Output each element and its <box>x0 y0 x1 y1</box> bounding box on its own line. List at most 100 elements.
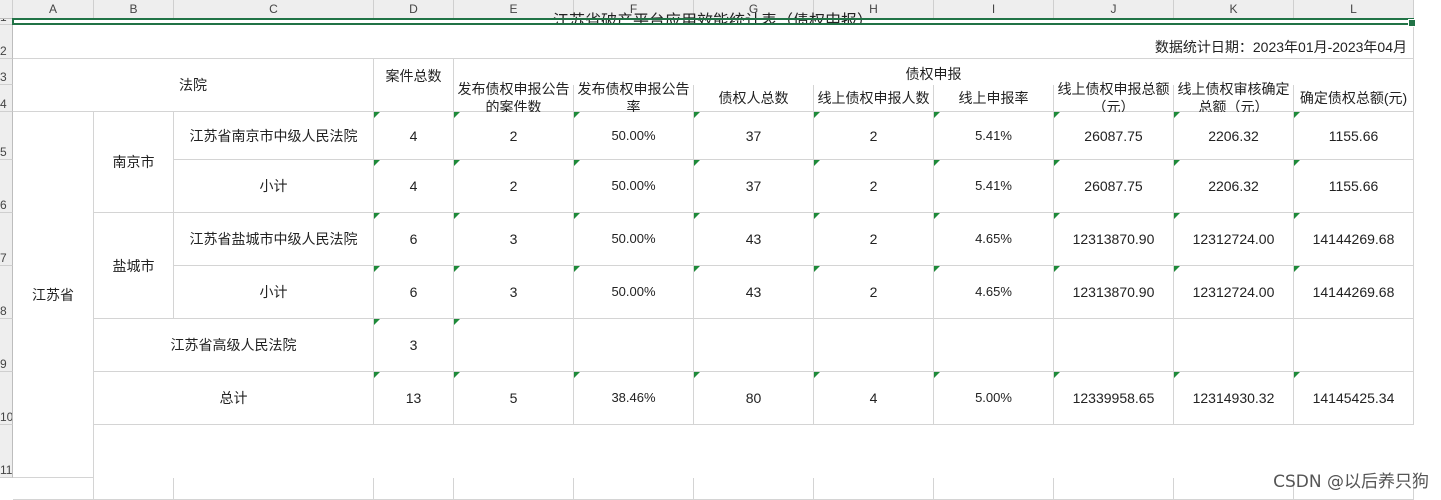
header-confirmed-total[interactable]: 确定债权总额(元) <box>1294 85 1414 112</box>
cell-announced[interactable]: 3 <box>454 213 574 266</box>
empty-cell[interactable] <box>934 478 1054 500</box>
cell-rate[interactable]: 38.46% <box>574 372 694 425</box>
cell-review[interactable] <box>1174 319 1294 372</box>
column-header-A[interactable]: A <box>13 0 94 19</box>
cell-confirmed[interactable]: 1155.66 <box>1294 112 1414 160</box>
cell-creditors[interactable]: 43 <box>694 213 814 266</box>
cell-creditors[interactable] <box>694 319 814 372</box>
row-label[interactable]: 江苏省盐城市中级人民法院 <box>174 213 374 266</box>
header-announced-cases[interactable]: 发布债权申报公告的案件数 <box>454 81 574 115</box>
cell-online-rate[interactable]: 5.00% <box>934 372 1054 425</box>
cell-announced[interactable]: 2 <box>454 112 574 160</box>
header-online-creditors[interactable]: 线上债权申报人数 <box>814 85 934 112</box>
cell-online-rate[interactable]: 4.65% <box>934 213 1054 266</box>
cell-creditors[interactable]: 80 <box>694 372 814 425</box>
header-announce-rate[interactable]: 发布债权申报公告率 <box>574 81 694 115</box>
row-label[interactable]: 小计 <box>174 160 374 213</box>
row-header-11[interactable]: 11 <box>0 425 13 478</box>
cell-review[interactable]: 12312724.00 <box>1174 213 1294 266</box>
cell-cases[interactable]: 6 <box>374 213 454 266</box>
cell-online[interactable]: 2 <box>814 160 934 213</box>
cell-online-rate[interactable]: 5.41% <box>934 112 1054 160</box>
header-online-review[interactable]: 线上债权审核确定总额（元） <box>1174 81 1294 115</box>
cell-review[interactable]: 2206.32 <box>1174 160 1294 213</box>
row-label[interactable]: 江苏省南京市中级人民法院 <box>174 112 374 160</box>
cell-online-amount[interactable] <box>1054 319 1174 372</box>
header-case-total[interactable]: 案件总数 <box>374 59 454 112</box>
row-header-7[interactable]: 7 <box>0 213 13 266</box>
row-header-6[interactable]: 6 <box>0 160 13 213</box>
empty-cell[interactable] <box>574 478 694 500</box>
row-label[interactable]: 江苏省高级人民法院 <box>94 319 374 372</box>
cell-cases[interactable]: 13 <box>374 372 454 425</box>
row-header-10[interactable]: 10 <box>0 372 13 425</box>
cell-announced[interactable]: 3 <box>454 266 574 319</box>
header-online-amount[interactable]: 线上债权申报总额（元） <box>1054 81 1174 115</box>
cell-online-amount[interactable]: 26087.75 <box>1054 160 1174 213</box>
cell-confirmed[interactable]: 14145425.34 <box>1294 372 1414 425</box>
cell-rate[interactable]: 50.00% <box>574 213 694 266</box>
row-label[interactable]: 总计 <box>94 372 374 425</box>
city-yancheng[interactable]: 盐城市 <box>94 213 174 319</box>
cell-online-amount[interactable]: 26087.75 <box>1054 112 1174 160</box>
cell-announced[interactable]: 2 <box>454 160 574 213</box>
cell-cases[interactable]: 4 <box>374 112 454 160</box>
header-court[interactable]: 法院 <box>13 59 374 112</box>
cell-rate[interactable]: 50.00% <box>574 160 694 213</box>
cell-confirmed[interactable] <box>1294 319 1414 372</box>
cell-cases[interactable]: 3 <box>374 319 454 372</box>
empty-cell[interactable] <box>694 478 814 500</box>
empty-cell[interactable] <box>814 478 934 500</box>
province-cell[interactable]: 江苏省 <box>13 112 94 478</box>
cell-cases[interactable]: 4 <box>374 160 454 213</box>
date-cell[interactable]: 数据统计日期：2023年01月-2023年04月 <box>13 25 1414 59</box>
cell-rate[interactable]: 50.00% <box>574 266 694 319</box>
row-header-8[interactable]: 8 <box>0 266 13 319</box>
cell-online-rate[interactable]: 5.41% <box>934 160 1054 213</box>
cell-online[interactable] <box>814 319 934 372</box>
column-header-D[interactable]: D <box>374 0 454 19</box>
cell-online[interactable]: 2 <box>814 266 934 319</box>
row-header-4[interactable]: 4 <box>0 85 13 112</box>
cell-online[interactable]: 2 <box>814 112 934 160</box>
empty-cell[interactable] <box>374 478 454 500</box>
cell-online-amount[interactable]: 12339958.65 <box>1054 372 1174 425</box>
header-online-rate[interactable]: 线上申报率 <box>934 85 1054 112</box>
empty-cell[interactable] <box>94 478 174 500</box>
cell-announced[interactable] <box>454 319 574 372</box>
cell-review[interactable]: 12314930.32 <box>1174 372 1294 425</box>
cell-confirmed[interactable]: 1155.66 <box>1294 160 1414 213</box>
row-header-5[interactable]: 5 <box>0 112 13 160</box>
cell-online-amount[interactable]: 12313870.90 <box>1054 266 1174 319</box>
row-header-9[interactable]: 9 <box>0 319 13 372</box>
column-header-J[interactable]: J <box>1054 0 1174 19</box>
city-nanjing[interactable]: 南京市 <box>94 112 174 213</box>
column-header-B[interactable]: B <box>94 0 174 19</box>
cell-review[interactable]: 12312724.00 <box>1174 266 1294 319</box>
cell-rate[interactable] <box>574 319 694 372</box>
empty-cell[interactable] <box>174 478 374 500</box>
select-all-corner[interactable] <box>0 0 13 19</box>
cell-online-rate[interactable]: 4.65% <box>934 266 1054 319</box>
cell-online[interactable]: 4 <box>814 372 934 425</box>
spreadsheet-grid[interactable]: ABCDEFGHIJKL1234567891011江苏省破产平台应用效能统计表（… <box>0 0 1441 500</box>
empty-cell[interactable] <box>454 478 574 500</box>
empty-cell[interactable] <box>1054 478 1174 500</box>
column-header-C[interactable]: C <box>174 0 374 19</box>
row-header-3[interactable]: 3 <box>0 59 13 85</box>
cell-confirmed[interactable]: 14144269.68 <box>1294 266 1414 319</box>
row-label[interactable]: 小计 <box>174 266 374 319</box>
cell-online-amount[interactable]: 12313870.90 <box>1054 213 1174 266</box>
cell-review[interactable]: 2206.32 <box>1174 112 1294 160</box>
empty-cell[interactable] <box>13 478 94 500</box>
cell-confirmed[interactable]: 14144269.68 <box>1294 213 1414 266</box>
cell-rate[interactable]: 50.00% <box>574 112 694 160</box>
cell-announced[interactable]: 5 <box>454 372 574 425</box>
cell-online[interactable]: 2 <box>814 213 934 266</box>
cell-creditors[interactable]: 37 <box>694 112 814 160</box>
cell-creditors[interactable]: 37 <box>694 160 814 213</box>
column-header-K[interactable]: K <box>1174 0 1294 19</box>
column-header-L[interactable]: L <box>1294 0 1414 19</box>
column-header-I[interactable]: I <box>934 0 1054 19</box>
cell-cases[interactable]: 6 <box>374 266 454 319</box>
